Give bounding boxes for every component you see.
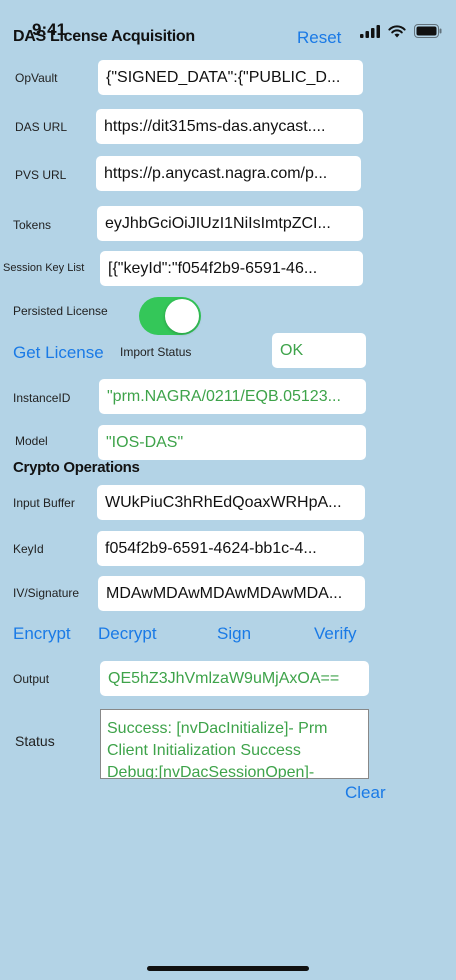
status-line: Debug:[nvDacSessionOpen]- [107,764,315,779]
crypto-section-title: Crypto Operations [13,459,140,476]
keyid-value: f054f2b9-6591-4624-bb1c-4... [105,539,317,557]
pvs-url-label: PVS URL [15,168,67,182]
instance-id-value: "prm.NAGRA/0211/EQB.05123... [107,387,341,405]
status-line: Client Initialization Success [107,742,301,759]
page-title: DAS License Acquisition [13,28,195,45]
iv-signature-value: MDAwMDAwMDAwMDAwMDA... [106,584,343,602]
sign-button[interactable]: Sign [217,624,251,644]
input-buffer-label: Input Buffer [13,496,75,510]
verify-button[interactable]: Verify [314,624,357,644]
das-url-label: DAS URL [15,120,68,134]
session-key-list-field[interactable]: [{"keyId":"f054f2b9-6591-46... [100,251,363,286]
instance-id-field: "prm.NAGRA/0211/EQB.05123... [99,379,366,414]
signal-icon [360,24,380,38]
model-value: "IOS-DAS" [106,433,184,451]
encrypt-button[interactable]: Encrypt [13,624,71,644]
model-label: Model [15,434,48,448]
opvault-value: {"SIGNED_DATA":{"PUBLIC_D... [106,68,341,86]
iv-signature-label: IV/Signature [13,586,80,600]
import-status-field: OK [272,333,366,368]
get-license-button[interactable]: Get License [13,343,104,363]
toggle-knob [165,299,199,333]
status-line: Success: [nvDacInitialize]- Prm [107,720,328,737]
import-status-value: OK [280,341,304,359]
wifi-icon [388,24,406,37]
decrypt-button[interactable]: Decrypt [98,624,157,644]
pvs-url-field[interactable]: https://p.anycast.nagra.com/p... [96,156,361,191]
das-url-field[interactable]: https://dit315ms-das.anycast.... [96,109,363,144]
persisted-license-label: Persisted License [13,304,108,318]
output-value: QE5hZ3JhVmlzaW9uMjAxOA== [108,669,340,687]
tokens-field[interactable]: eyJhbGciOiJIUzI1NiIsImtpZCI... [97,206,363,241]
keyid-field[interactable]: f054f2b9-6591-4624-bb1c-4... [97,531,364,566]
instance-id-label: InstanceID [13,391,71,405]
output-field: QE5hZ3JhVmlzaW9uMjAxOA== [100,661,369,696]
persisted-license-toggle[interactable] [139,297,201,335]
tokens-label: Tokens [13,218,52,232]
home-indicator[interactable] [147,966,309,971]
tokens-value: eyJhbGciOiJIUzI1NiIsImtpZCI... [105,214,331,232]
output-label: Output [13,672,50,686]
status-label: Status [15,733,55,749]
session-key-list-label: Session Key List [3,262,85,274]
input-buffer-field[interactable]: WUkPiuC3hRhEdQoaxWRHpA... [97,485,365,520]
status-bar-icons [360,24,442,38]
model-field: "IOS-DAS" [98,425,366,460]
clear-button[interactable]: Clear [345,783,386,803]
import-status-label: Import Status [120,345,192,359]
session-key-list-value: [{"keyId":"f054f2b9-6591-46... [108,259,318,277]
das-url-value: https://dit315ms-das.anycast.... [104,117,326,135]
battery-icon [414,24,442,38]
status-text-area[interactable]: Success: [nvDacInitialize]- Prm Client I… [100,709,369,779]
opvault-field[interactable]: {"SIGNED_DATA":{"PUBLIC_D... [98,60,363,95]
iv-signature-field[interactable]: MDAwMDAwMDAwMDAwMDA... [98,576,365,611]
input-buffer-value: WUkPiuC3hRhEdQoaxWRHpA... [105,493,342,511]
reset-button[interactable]: Reset [297,28,341,48]
keyid-label: KeyId [13,542,44,556]
pvs-url-value: https://p.anycast.nagra.com/p... [104,164,328,182]
opvault-label: OpVault [15,71,58,85]
